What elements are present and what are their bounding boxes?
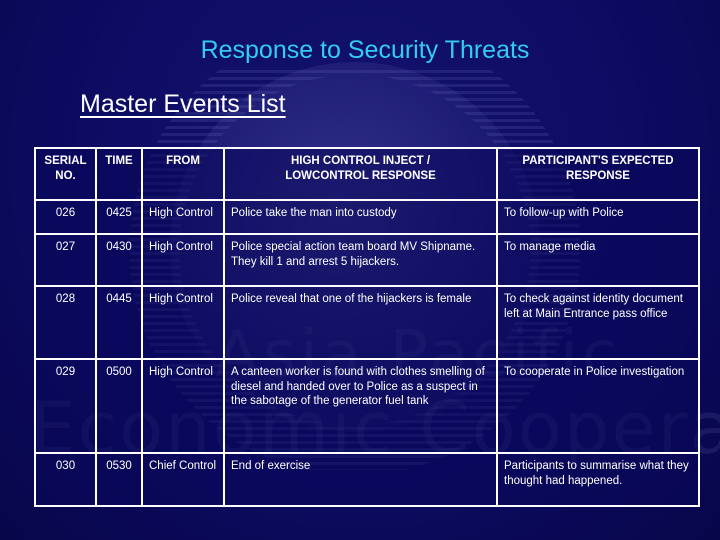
cell-from: Chief Control <box>141 452 225 507</box>
cell-time: 0430 <box>95 233 143 287</box>
table-header-row: SERIAL NO. TIME FROM HIGH CONTROL INJECT… <box>34 147 700 201</box>
cell-inject: A canteen worker is found with clothes s… <box>223 358 498 454</box>
cell-serial: 029 <box>34 358 97 454</box>
cell-inject: Police reveal that one of the hijackers … <box>223 285 498 360</box>
table-row: 028 0445 High Control Police reveal that… <box>34 285 700 360</box>
cell-expected: To check against identity document left … <box>496 285 700 360</box>
slide-title: Response to Security Threats <box>200 36 530 64</box>
header-from: FROM <box>141 147 225 201</box>
cell-expected: To follow-up with Police <box>496 199 700 235</box>
cell-time: 0445 <box>95 285 143 360</box>
cell-serial: 027 <box>34 233 97 287</box>
cell-from: High Control <box>141 233 225 287</box>
header-serial-no: SERIAL NO. <box>34 147 97 201</box>
table-row: 030 0530 Chief Control End of exercise P… <box>34 452 700 507</box>
cell-expected: To cooperate in Police investigation <box>496 358 700 454</box>
cell-from: High Control <box>141 358 225 454</box>
header-expected-response: PARTICIPANT'S EXPECTED RESPONSE <box>496 147 700 201</box>
master-events-table: SERIAL NO. TIME FROM HIGH CONTROL INJECT… <box>34 147 700 507</box>
cell-time: 0500 <box>95 358 143 454</box>
cell-serial: 028 <box>34 285 97 360</box>
cell-inject: End of exercise <box>223 452 498 507</box>
cell-expected: Participants to summarise what they thou… <box>496 452 700 507</box>
cell-serial: 030 <box>34 452 97 507</box>
slide-subtitle: Master Events List <box>80 90 286 118</box>
cell-serial: 026 <box>34 199 97 235</box>
table-row: 026 0425 High Control Police take the ma… <box>34 199 700 235</box>
cell-inject: Police special action team board MV Ship… <box>223 233 498 287</box>
cell-time: 0425 <box>95 199 143 235</box>
cell-from: High Control <box>141 199 225 235</box>
cell-expected: To manage media <box>496 233 700 287</box>
table-row: 029 0500 High Control A canteen worker i… <box>34 358 700 454</box>
cell-from: High Control <box>141 285 225 360</box>
header-time: TIME <box>95 147 143 201</box>
cell-time: 0530 <box>95 452 143 507</box>
cell-inject: Police take the man into custody <box>223 199 498 235</box>
table-row: 027 0430 High Control Police special act… <box>34 233 700 287</box>
header-inject-response: HIGH CONTROL INJECT / LOWCONTROL RESPONS… <box>223 147 498 201</box>
